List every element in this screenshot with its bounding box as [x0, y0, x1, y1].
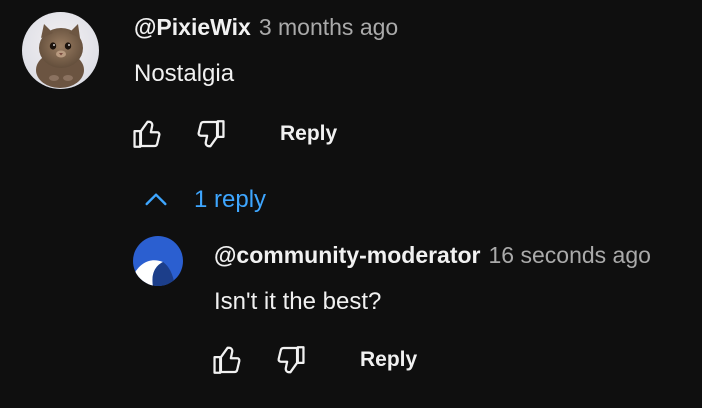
- comment-author[interactable]: @PixieWix: [134, 14, 251, 41]
- reply-button[interactable]: Reply: [280, 122, 337, 146]
- reply-header: @community-moderator 16 seconds ago: [214, 242, 651, 269]
- reply-author[interactable]: @community-moderator: [214, 242, 481, 269]
- kitten-avatar-icon: [22, 12, 99, 89]
- like-button[interactable]: [130, 116, 166, 152]
- comment-thread: @PixieWix 3 months ago Nostalgia Reply: [0, 0, 702, 190]
- reply-button[interactable]: Reply: [360, 348, 417, 372]
- thumbs-down-icon: [277, 346, 305, 374]
- thumbs-up-icon: [133, 120, 161, 148]
- reply-actions: Reply: [210, 342, 417, 378]
- dislike-button[interactable]: [192, 116, 228, 152]
- thumbs-up-icon: [213, 346, 241, 374]
- chevron-up-icon: [145, 193, 167, 206]
- comment-actions: Reply: [130, 116, 337, 152]
- like-button[interactable]: [210, 342, 246, 378]
- avatar[interactable]: [22, 12, 99, 89]
- replies-toggle[interactable]: 1 reply: [140, 184, 266, 216]
- thumbs-down-icon: [197, 120, 225, 148]
- comment-timestamp[interactable]: 3 months ago: [259, 14, 398, 41]
- comment-text: Nostalgia: [134, 60, 235, 87]
- dislike-button[interactable]: [272, 342, 308, 378]
- comment-header: @PixieWix 3 months ago: [134, 14, 398, 41]
- reply-thread: @community-moderator 16 seconds ago Isn'…: [0, 230, 702, 408]
- reply-text: Isn't it the best?: [214, 288, 382, 315]
- avatar[interactable]: [133, 236, 183, 286]
- reply-timestamp[interactable]: 16 seconds ago: [489, 242, 651, 269]
- replies-toggle-label: 1 reply: [194, 186, 267, 213]
- moderator-avatar-icon: [133, 236, 183, 286]
